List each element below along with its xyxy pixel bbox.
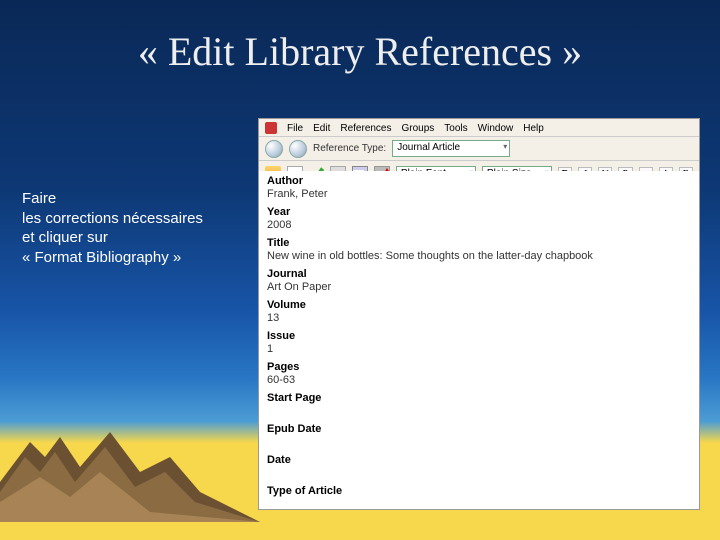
volume-label: Volume bbox=[267, 299, 691, 311]
menu-window[interactable]: Window bbox=[478, 123, 514, 134]
menu-help[interactable]: Help bbox=[523, 123, 544, 134]
menu-groups[interactable]: Groups bbox=[402, 123, 435, 134]
instruction-text: Faire les corrections nécessaires et cli… bbox=[22, 189, 203, 267]
date-field[interactable] bbox=[267, 467, 691, 479]
issue-label: Issue bbox=[267, 330, 691, 342]
typeofarticle-label: Type of Article bbox=[267, 485, 691, 497]
volume-field[interactable]: 13 bbox=[267, 312, 691, 324]
menubar: File Edit References Groups Tools Window… bbox=[259, 119, 699, 137]
title-label: Title bbox=[267, 237, 691, 249]
slide-title: « Edit Library References » bbox=[0, 28, 720, 75]
reference-type-label: Reference Type: bbox=[313, 143, 386, 154]
instruction-line: Faire bbox=[22, 189, 203, 209]
menu-file[interactable]: File bbox=[287, 123, 303, 134]
instruction-line: les corrections nécessaires bbox=[22, 209, 203, 229]
pages-field[interactable]: 60-63 bbox=[267, 374, 691, 386]
title-field[interactable]: New wine in old bottles: Some thoughts o… bbox=[267, 250, 691, 262]
year-field[interactable]: 2008 bbox=[267, 219, 691, 231]
reference-type-dropdown[interactable]: Journal Article bbox=[392, 140, 510, 157]
endnote-window: File Edit References Groups Tools Window… bbox=[258, 118, 700, 510]
year-label: Year bbox=[267, 206, 691, 218]
menu-edit[interactable]: Edit bbox=[313, 123, 330, 134]
startpage-field[interactable] bbox=[267, 405, 691, 417]
nav-forward-button[interactable] bbox=[289, 140, 307, 158]
mountain-decoration bbox=[0, 402, 260, 522]
slide: « Edit Library References » Faire les co… bbox=[0, 0, 720, 540]
pages-label: Pages bbox=[267, 361, 691, 373]
journal-label: Journal bbox=[267, 268, 691, 280]
date-label: Date bbox=[267, 454, 691, 466]
menu-references[interactable]: References bbox=[340, 123, 391, 134]
epubdate-label: Epub Date bbox=[267, 423, 691, 435]
journal-field[interactable]: Art On Paper bbox=[267, 281, 691, 293]
author-field[interactable]: Frank, Peter bbox=[267, 188, 691, 200]
epubdate-field[interactable] bbox=[267, 436, 691, 448]
menu-tools[interactable]: Tools bbox=[444, 123, 467, 134]
typeofarticle-field[interactable] bbox=[267, 498, 691, 509]
app-icon bbox=[265, 122, 277, 134]
issue-field[interactable]: 1 bbox=[267, 343, 691, 355]
nav-back-button[interactable] bbox=[265, 140, 283, 158]
instruction-line: « Format Bibliography » bbox=[22, 248, 203, 268]
instruction-line: et cliquer sur bbox=[22, 228, 203, 248]
toolbar-row-1: Reference Type: Journal Article bbox=[259, 137, 699, 161]
startpage-label: Start Page bbox=[267, 392, 691, 404]
reference-editor: Author Frank, Peter Year 2008 Title New … bbox=[259, 171, 699, 509]
author-label: Author bbox=[267, 175, 691, 187]
